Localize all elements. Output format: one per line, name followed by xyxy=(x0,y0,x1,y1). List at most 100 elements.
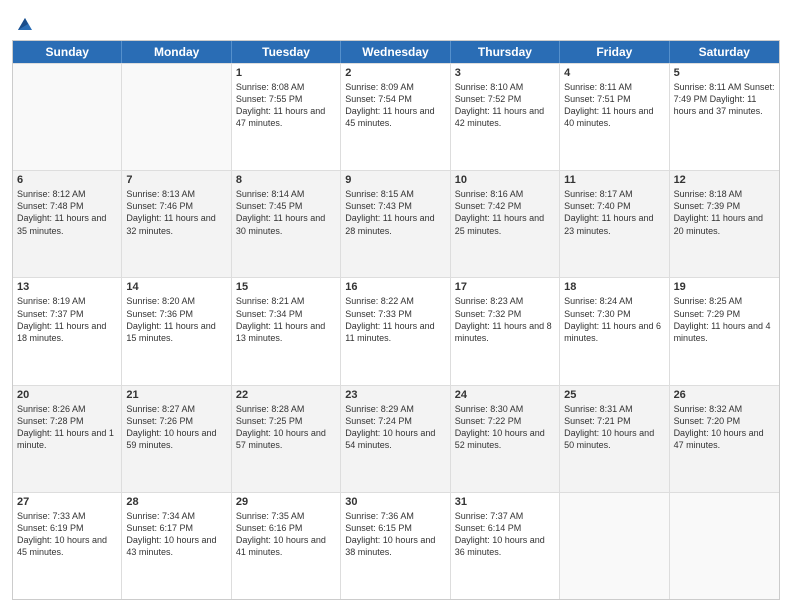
day-number: 11 xyxy=(564,174,664,186)
calendar-row-3: 20 Sunrise: 8:26 AM Sunset: 7:28 PM Dayli… xyxy=(13,385,779,492)
header xyxy=(12,12,780,32)
calendar-cell-1-4: 10 Sunrise: 8:16 AM Sunset: 7:42 PM Dayli… xyxy=(451,171,560,277)
calendar-row-0: 1 Sunrise: 8:08 AM Sunset: 7:55 PM Daylig… xyxy=(13,63,779,170)
day-number: 12 xyxy=(674,174,775,186)
calendar-cell-4-0: 27 Sunrise: 7:33 AM Sunset: 6:19 PM Dayli… xyxy=(13,493,122,599)
day-number: 3 xyxy=(455,67,555,79)
calendar-cell-4-1: 28 Sunrise: 7:34 AM Sunset: 6:17 PM Dayli… xyxy=(122,493,231,599)
day-info: Sunrise: 8:11 AM Sunset: 7:51 PM Dayligh… xyxy=(564,81,664,130)
day-number: 28 xyxy=(126,496,226,508)
weekday-header-saturday: Saturday xyxy=(670,41,779,63)
day-info: Sunrise: 8:11 AM Sunset: 7:49 PM Dayligh… xyxy=(674,81,775,117)
day-number: 23 xyxy=(345,389,445,401)
calendar-row-1: 6Sunrise: 8:12 AM Sunset: 7:48 PM Daylig… xyxy=(13,170,779,277)
day-number: 30 xyxy=(345,496,445,508)
day-info: Sunrise: 8:16 AM Sunset: 7:42 PM Dayligh… xyxy=(455,188,555,237)
calendar-cell-0-0 xyxy=(13,64,122,170)
calendar-cell-1-5: 11Sunrise: 8:17 AM Sunset: 7:40 PM Dayli… xyxy=(560,171,669,277)
day-info: Sunrise: 8:19 AM Sunset: 7:37 PM Dayligh… xyxy=(17,295,117,344)
day-info: Sunrise: 7:34 AM Sunset: 6:17 PM Dayligh… xyxy=(126,510,226,559)
day-info: Sunrise: 8:21 AM Sunset: 7:34 PM Dayligh… xyxy=(236,295,336,344)
weekday-header-wednesday: Wednesday xyxy=(341,41,450,63)
calendar-header: SundayMondayTuesdayWednesdayThursdayFrid… xyxy=(13,41,779,63)
calendar-cell-0-4: 3Sunrise: 8:10 AM Sunset: 7:52 PM Daylig… xyxy=(451,64,560,170)
calendar-cell-3-0: 20 Sunrise: 8:26 AM Sunset: 7:28 PM Dayli… xyxy=(13,386,122,492)
calendar-cell-1-1: 7 Sunrise: 8:13 AM Sunset: 7:46 PM Daylig… xyxy=(122,171,231,277)
day-info: Sunrise: 8:09 AM Sunset: 7:54 PM Dayligh… xyxy=(345,81,445,130)
logo xyxy=(12,12,36,32)
day-info: Sunrise: 8:23 AM Sunset: 7:32 PM Dayligh… xyxy=(455,295,555,344)
day-info: Sunrise: 7:36 AM Sunset: 6:15 PM Dayligh… xyxy=(345,510,445,559)
day-number: 20 xyxy=(17,389,117,401)
day-number: 17 xyxy=(455,281,555,293)
day-info: Sunrise: 8:27 AM Sunset: 7:26 PM Dayligh… xyxy=(126,403,226,452)
day-number: 21 xyxy=(126,389,226,401)
day-number: 25 xyxy=(564,389,664,401)
day-number: 13 xyxy=(17,281,117,293)
day-number: 18 xyxy=(564,281,664,293)
day-number: 2 xyxy=(345,67,445,79)
day-info: Sunrise: 8:13 AM Sunset: 7:46 PM Dayligh… xyxy=(126,188,226,237)
calendar-cell-3-1: 21 Sunrise: 8:27 AM Sunset: 7:26 PM Dayli… xyxy=(122,386,231,492)
day-number: 29 xyxy=(236,496,336,508)
day-number: 7 xyxy=(126,174,226,186)
day-number: 1 xyxy=(236,67,336,79)
calendar-row-2: 13 Sunrise: 8:19 AM Sunset: 7:37 PM Dayli… xyxy=(13,277,779,384)
day-number: 9 xyxy=(345,174,445,186)
weekday-header-tuesday: Tuesday xyxy=(232,41,341,63)
calendar-cell-4-2: 29 Sunrise: 7:35 AM Sunset: 6:16 PM Dayli… xyxy=(232,493,341,599)
calendar: SundayMondayTuesdayWednesdayThursdayFrid… xyxy=(12,40,780,600)
day-info: Sunrise: 8:08 AM Sunset: 7:55 PM Dayligh… xyxy=(236,81,336,130)
day-info: Sunrise: 8:22 AM Sunset: 7:33 PM Dayligh… xyxy=(345,295,445,344)
calendar-cell-3-4: 24Sunrise: 8:30 AM Sunset: 7:22 PM Dayli… xyxy=(451,386,560,492)
calendar-cell-3-3: 23Sunrise: 8:29 AM Sunset: 7:24 PM Dayli… xyxy=(341,386,450,492)
calendar-cell-1-2: 8 Sunrise: 8:14 AM Sunset: 7:45 PM Daylig… xyxy=(232,171,341,277)
day-number: 8 xyxy=(236,174,336,186)
calendar-cell-3-5: 25 Sunrise: 8:31 AM Sunset: 7:21 PM Dayli… xyxy=(560,386,669,492)
day-info: Sunrise: 8:24 AM Sunset: 7:30 PM Dayligh… xyxy=(564,295,664,344)
day-number: 16 xyxy=(345,281,445,293)
day-info: Sunrise: 8:26 AM Sunset: 7:28 PM Dayligh… xyxy=(17,403,117,452)
day-number: 5 xyxy=(674,67,775,79)
day-info: Sunrise: 8:12 AM Sunset: 7:48 PM Dayligh… xyxy=(17,188,117,237)
calendar-cell-2-4: 17 Sunrise: 8:23 AM Sunset: 7:32 PM Dayli… xyxy=(451,278,560,384)
day-info: Sunrise: 8:31 AM Sunset: 7:21 PM Dayligh… xyxy=(564,403,664,452)
page: SundayMondayTuesdayWednesdayThursdayFrid… xyxy=(0,0,792,612)
day-info: Sunrise: 8:14 AM Sunset: 7:45 PM Dayligh… xyxy=(236,188,336,237)
calendar-cell-1-3: 9 Sunrise: 8:15 AM Sunset: 7:43 PM Daylig… xyxy=(341,171,450,277)
calendar-cell-0-3: 2 Sunrise: 8:09 AM Sunset: 7:54 PM Daylig… xyxy=(341,64,450,170)
calendar-cell-0-2: 1 Sunrise: 8:08 AM Sunset: 7:55 PM Daylig… xyxy=(232,64,341,170)
calendar-cell-0-5: 4Sunrise: 8:11 AM Sunset: 7:51 PM Daylig… xyxy=(560,64,669,170)
calendar-cell-1-0: 6Sunrise: 8:12 AM Sunset: 7:48 PM Daylig… xyxy=(13,171,122,277)
day-number: 10 xyxy=(455,174,555,186)
calendar-cell-4-4: 31Sunrise: 7:37 AM Sunset: 6:14 PM Dayli… xyxy=(451,493,560,599)
day-info: Sunrise: 8:15 AM Sunset: 7:43 PM Dayligh… xyxy=(345,188,445,237)
day-info: Sunrise: 7:37 AM Sunset: 6:14 PM Dayligh… xyxy=(455,510,555,559)
calendar-cell-3-6: 26 Sunrise: 8:32 AM Sunset: 7:20 PM Dayli… xyxy=(670,386,779,492)
calendar-row-4: 27 Sunrise: 7:33 AM Sunset: 6:19 PM Dayli… xyxy=(13,492,779,599)
day-info: Sunrise: 8:32 AM Sunset: 7:20 PM Dayligh… xyxy=(674,403,775,452)
calendar-cell-0-1 xyxy=(122,64,231,170)
day-number: 27 xyxy=(17,496,117,508)
day-info: Sunrise: 7:33 AM Sunset: 6:19 PM Dayligh… xyxy=(17,510,117,559)
day-info: Sunrise: 8:28 AM Sunset: 7:25 PM Dayligh… xyxy=(236,403,336,452)
calendar-cell-0-6: 5 Sunrise: 8:11 AM Sunset: 7:49 PM Daylig… xyxy=(670,64,779,170)
day-info: Sunrise: 8:25 AM Sunset: 7:29 PM Dayligh… xyxy=(674,295,775,344)
calendar-cell-4-5 xyxy=(560,493,669,599)
day-number: 22 xyxy=(236,389,336,401)
day-info: Sunrise: 7:35 AM Sunset: 6:16 PM Dayligh… xyxy=(236,510,336,559)
day-info: Sunrise: 8:20 AM Sunset: 7:36 PM Dayligh… xyxy=(126,295,226,344)
calendar-cell-2-0: 13 Sunrise: 8:19 AM Sunset: 7:37 PM Dayli… xyxy=(13,278,122,384)
day-number: 19 xyxy=(674,281,775,293)
calendar-cell-1-6: 12 Sunrise: 8:18 AM Sunset: 7:39 PM Dayli… xyxy=(670,171,779,277)
day-number: 26 xyxy=(674,389,775,401)
calendar-cell-2-2: 15 Sunrise: 8:21 AM Sunset: 7:34 PM Dayli… xyxy=(232,278,341,384)
calendar-cell-2-1: 14Sunrise: 8:20 AM Sunset: 7:36 PM Dayli… xyxy=(122,278,231,384)
day-number: 24 xyxy=(455,389,555,401)
weekday-header-sunday: Sunday xyxy=(13,41,122,63)
day-info: Sunrise: 8:18 AM Sunset: 7:39 PM Dayligh… xyxy=(674,188,775,237)
day-number: 15 xyxy=(236,281,336,293)
logo-icon xyxy=(14,12,36,34)
calendar-cell-2-5: 18 Sunrise: 8:24 AM Sunset: 7:30 PM Dayli… xyxy=(560,278,669,384)
calendar-cell-2-3: 16 Sunrise: 8:22 AM Sunset: 7:33 PM Dayli… xyxy=(341,278,450,384)
